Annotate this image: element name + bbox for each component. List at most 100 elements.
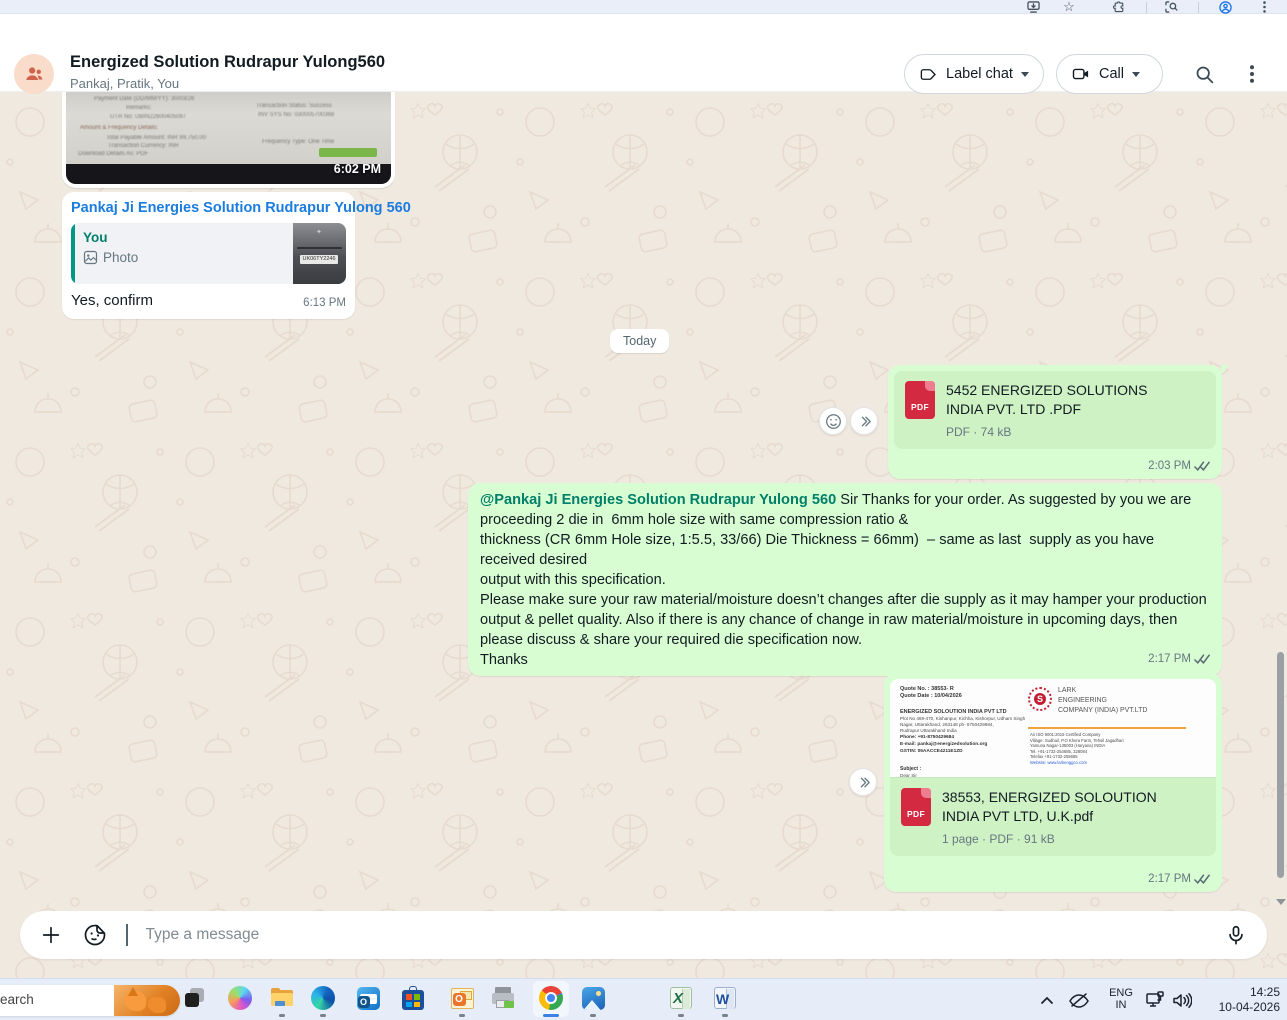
group-icon (23, 63, 45, 85)
payment-screenshot-photo: Payment Date (DD/MM/YY): 30/03/26 Remark… (66, 92, 391, 184)
photo-text-line: Remarks: (126, 105, 152, 111)
photos-icon[interactable] (580, 985, 606, 1011)
running-indicator (722, 1014, 728, 1017)
tray-chevron-icon[interactable] (1040, 979, 1054, 1020)
file-explorer-icon[interactable] (269, 985, 295, 1011)
extensions-icon[interactable] (1110, 0, 1128, 14)
pdf-preview-image[interactable]: Quote No. : 38553- R Quote Date : 10/04/… (890, 679, 1216, 778)
outlook-classic-icon[interactable]: O (449, 985, 475, 1011)
quoted-message[interactable]: You Photo ✦ UK06TY2246 (71, 223, 346, 284)
message-photo-bubble[interactable]: Payment Date (DD/MM/YY): 30/03/26 Remark… (62, 92, 395, 188)
call-button[interactable]: Call (1056, 54, 1163, 94)
chat-header: Energized Solution Rudrapur Yulong560 Pa… (0, 14, 1287, 92)
pdf-attachment[interactable]: PDF 5452 ENERGIZED SOLUTIONS INDIA PVT. … (894, 371, 1216, 449)
task-view-icon[interactable] (182, 985, 208, 1011)
pdf-attachment[interactable]: PDF 38553, ENERGIZED SOLOUTION INDIA PVT… (890, 778, 1216, 856)
photo-icon (83, 250, 98, 265)
forward-button[interactable] (849, 768, 877, 796)
pdf-file-icon: PDF (905, 381, 935, 419)
photo-text-line: Amount & Frequency Details: (80, 125, 158, 131)
message-time: 2:03 PM (1148, 460, 1191, 472)
doc-text: Subject : (900, 766, 921, 772)
message-text: Yes, confirm (71, 292, 153, 309)
photo-text-line: Total Payable Amount: INR 99,750.00 (106, 135, 206, 141)
browser-toolbar: ☆ (0, 0, 1287, 14)
doc-text: COMPANY (INDIA) PVT.LTD (1058, 707, 1147, 714)
doc-text: Quote Date : 10/04/2026 (900, 693, 962, 699)
message-pdf-bubble[interactable]: PDF 5452 ENERGIZED SOLUTIONS INDIA PVT. … (888, 365, 1222, 479)
star-icon[interactable]: ☆ (1060, 0, 1078, 14)
photo-text-line: UTR No: UBIN22600405097 (110, 114, 186, 120)
photo-text-line: Payment Date (DD/MM/YY): 30/03/26 (94, 96, 194, 102)
quote-type-label: Photo (103, 250, 138, 265)
excel-icon[interactable]: X (668, 985, 694, 1011)
lark-logo: S (1028, 687, 1052, 711)
doc-text: Quote No. : 38553- R (900, 686, 954, 692)
sticker-icon[interactable] (82, 922, 108, 948)
word-icon[interactable]: W (712, 985, 738, 1011)
doc-text: Dear Sir (900, 773, 917, 778)
label-chat-text: Label chat (946, 66, 1013, 82)
search-icon[interactable] (1192, 62, 1216, 86)
scroll-down-arrow[interactable] (1276, 899, 1286, 905)
edge-icon[interactable] (310, 985, 336, 1011)
screen: ☆ Energized Solution Rudrapur Yulong560 … (0, 0, 1287, 1020)
mic-icon[interactable] (1223, 922, 1249, 948)
mention-link[interactable]: @Pankaj Ji Energies Solution Rudrapur Yu… (480, 492, 836, 508)
react-emoji-button[interactable] (819, 407, 847, 435)
message-composer (20, 911, 1267, 959)
forward-button[interactable] (850, 407, 878, 435)
tray-time: 14:25 (1216, 985, 1280, 1000)
date-divider: Today (610, 329, 669, 353)
doc-text: ENERGIZED SOLOUTION INDIA PVT LTD (900, 709, 1007, 715)
label-chat-button[interactable]: Label chat (904, 54, 1044, 94)
outlook-new-icon[interactable]: O (355, 985, 381, 1011)
chrome-icon[interactable] (538, 985, 564, 1011)
language-indicator[interactable]: ENGIN (1106, 979, 1136, 1020)
chevron-down-icon (1132, 72, 1140, 77)
message-reply-bubble[interactable]: Pankaj Ji Energies Solution Rudrapur Yul… (62, 192, 355, 319)
doc-text: E-mail: pankaj@energizedsolution.org (900, 742, 987, 747)
pdf-filename: 38553, ENERGIZED SOLOUTION INDIA PVT LTD… (942, 788, 1190, 826)
speaker-icon[interactable] (1172, 979, 1192, 1020)
profile-icon[interactable] (1216, 0, 1234, 14)
delivered-checks-icon (1194, 654, 1211, 665)
quote-author: You (83, 230, 285, 245)
chat-participants[interactable]: Pankaj, Pratik, You (70, 76, 179, 91)
running-indicator (678, 1014, 684, 1017)
chat-title[interactable]: Energized Solution Rudrapur Yulong560 (70, 53, 385, 72)
taskbar-search[interactable]: earch (0, 985, 180, 1016)
clock[interactable]: 14:25 10-04-2026 (1216, 979, 1280, 1020)
scrollbar-thumb[interactable] (1277, 652, 1284, 878)
running-indicator (320, 1014, 326, 1017)
printer-icon[interactable] (491, 985, 517, 1011)
eye-slash-icon[interactable] (1068, 979, 1090, 1020)
copilot-icon[interactable] (227, 985, 253, 1011)
message-input[interactable] (146, 926, 1206, 944)
photo-text-line: Transaction Currency: INR (108, 143, 179, 149)
lens-icon[interactable] (1162, 0, 1180, 14)
install-icon[interactable] (1024, 0, 1042, 14)
message-time: 6:02 PM (334, 162, 381, 176)
license-plate: UK06TY2246 (300, 255, 338, 264)
doc-text: An ISO 9001:2015 Certified Company (1030, 732, 1100, 737)
pdf-file-icon: PDF (901, 788, 931, 826)
doc-text: Yamuna Nagar-135003 (Haryana) INDIA (1030, 743, 1105, 748)
photo-text-line: Frequency Type: One Time (262, 139, 334, 145)
browser-menu-icon[interactable] (1257, 0, 1271, 14)
doc-text: Telefax +91-1732-259685 (1030, 754, 1078, 759)
message-text-bubble[interactable]: @Pankaj Ji Energies Solution Rudrapur Yu… (468, 483, 1222, 676)
running-indicator (459, 1014, 465, 1017)
message-pdf-preview-bubble[interactable]: Quote No. : 38553- R Quote Date : 10/04/… (884, 673, 1222, 892)
pdf-meta: 1 page · PDF · 91 kB (942, 832, 1190, 846)
search-text: earch (0, 992, 34, 1007)
pdf-meta: PDF · 74 kB (946, 425, 1184, 439)
video-call-icon (1071, 64, 1091, 84)
chat-menu-icon[interactable] (1240, 62, 1264, 86)
doc-text: Rudrapur Uttarakhand India (900, 728, 957, 733)
network-icon[interactable] (1145, 979, 1165, 1020)
sender-name[interactable]: Pankaj Ji Energies Solution Rudrapur Yul… (71, 200, 346, 216)
microsoft-store-icon[interactable] (400, 985, 426, 1011)
group-avatar[interactable] (14, 54, 54, 94)
attach-plus-icon[interactable] (38, 922, 64, 948)
